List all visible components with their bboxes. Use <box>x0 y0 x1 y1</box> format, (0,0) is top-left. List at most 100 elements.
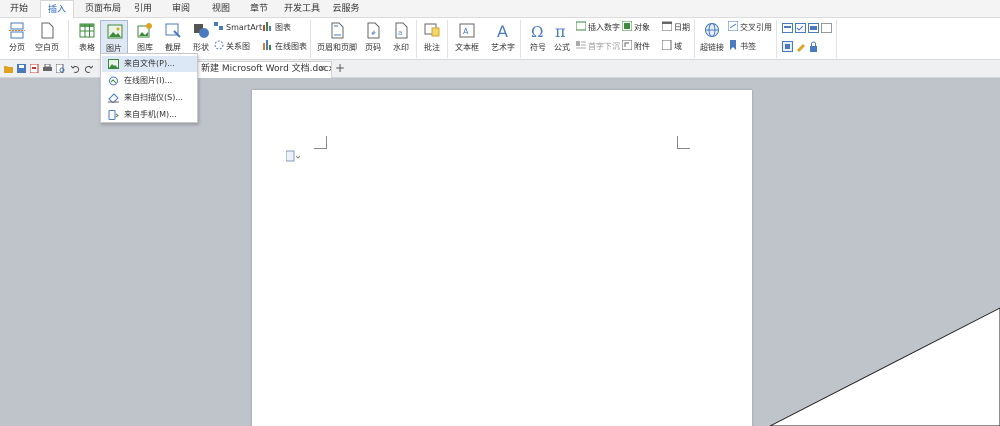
document-workspace <box>0 78 1000 426</box>
ribbon-separator <box>310 20 311 58</box>
online-chart-button[interactable]: 在线图表 <box>263 40 307 54</box>
open-folder-icon[interactable] <box>4 64 13 73</box>
cross-ref-button[interactable]: 交叉引用 <box>728 21 772 35</box>
picture-dropdown-menu: 来自文件(P)... 在线图片(I)... 来自扫描仪(S)... 来自手机(M… <box>100 53 198 123</box>
properties-icon[interactable] <box>795 41 806 52</box>
bookmark-button[interactable]: 书签 <box>728 40 756 54</box>
object-icon <box>622 21 632 31</box>
object-label: 对象 <box>634 23 650 32</box>
svg-text:#: # <box>371 30 376 37</box>
number-icon <box>576 21 586 31</box>
tab-page-layout[interactable]: 页面布局 <box>80 0 126 18</box>
ribbon-separator <box>836 20 837 58</box>
smartart-button[interactable]: SmartArt <box>214 21 262 35</box>
redo-icon[interactable] <box>84 64 93 73</box>
globe-link-icon <box>705 23 719 37</box>
date-button[interactable]: 日期 <box>662 21 690 35</box>
hyperlink-button[interactable]: 超链接 <box>695 20 729 60</box>
tab-developer[interactable]: 开发工具 <box>282 0 322 18</box>
field-button[interactable]: 域 <box>662 40 682 54</box>
insert-number-label: 插入数字 <box>588 23 620 32</box>
insert-number-button[interactable]: 插入数字 <box>576 21 620 35</box>
menu-item-from-file[interactable]: 来自文件(P)... <box>102 56 197 72</box>
comment-button[interactable]: 批注 <box>415 20 449 60</box>
menu-item-from-phone[interactable]: 来自手机(M)... <box>102 107 197 123</box>
header-footer-button[interactable]: 页眉和页脚 <box>317 20 357 60</box>
page-number-icon: # <box>367 22 380 39</box>
table-button[interactable]: 表格 <box>70 20 104 60</box>
svg-text:A: A <box>497 22 508 39</box>
scanner-icon <box>108 93 119 103</box>
wordart-icon: A <box>497 22 508 39</box>
attachment-button[interactable]: 附件 <box>622 40 650 54</box>
tab-review[interactable]: 审阅 <box>166 0 196 18</box>
textbox-button[interactable]: A 文本框 <box>450 20 484 60</box>
smartart-icon <box>214 22 223 30</box>
smartart-label: SmartArt <box>226 23 263 32</box>
relationship-button[interactable]: 关系图 <box>214 40 250 54</box>
formula-button[interactable]: π 公式 <box>545 20 579 60</box>
tab-cloud[interactable]: 云服务 <box>328 0 364 18</box>
text-field-icon[interactable] <box>821 23 832 33</box>
ribbon-separator <box>776 20 777 58</box>
watermark-button[interactable]: a 水印 <box>384 20 418 60</box>
form-field-icon[interactable] <box>782 23 793 33</box>
document-tab-title: 新建 Microsoft Word 文档.docx <box>201 64 332 74</box>
menu-bar: 开始 插入 页面布局 引用 审阅 视图 章节 开发工具 云服务 <box>0 0 1000 18</box>
print-preview-icon[interactable] <box>56 64 65 73</box>
document-page[interactable] <box>252 90 752 426</box>
new-tab-button[interactable]: + <box>333 61 347 77</box>
checkbox-field-icon[interactable] <box>795 23 806 33</box>
date-label: 日期 <box>674 23 690 32</box>
close-tab-icon[interactable]: × <box>318 62 326 77</box>
tab-references[interactable]: 引用 <box>128 0 158 18</box>
undo-icon[interactable] <box>71 64 80 73</box>
object-button[interactable]: 对象 <box>622 21 650 35</box>
page-break-button[interactable]: 分页 <box>0 20 34 60</box>
svg-text:Ω: Ω <box>531 23 543 39</box>
relationship-icon <box>214 40 224 50</box>
menu-item-label: 来自手机(M)... <box>124 110 177 119</box>
drop-cap-label: 首字下沉 <box>588 42 620 51</box>
svg-text:A: A <box>463 27 469 36</box>
menu-item-label: 在线图片(I)... <box>124 76 173 85</box>
export-pdf-icon[interactable] <box>30 64 39 73</box>
tab-view[interactable]: 视图 <box>206 0 236 18</box>
image-file-icon <box>108 59 119 69</box>
menu-item-label: 来自文件(P)... <box>124 59 175 68</box>
menu-item-from-scanner[interactable]: 来自扫描仪(S)... <box>102 90 197 106</box>
print-icon[interactable] <box>43 64 52 73</box>
field-icon <box>662 40 672 50</box>
dropdown-field-icon[interactable] <box>808 23 819 33</box>
table-icon <box>79 23 95 38</box>
tab-insert[interactable]: 插入 <box>40 0 74 18</box>
shapes-icon <box>194 24 209 38</box>
attachment-label: 附件 <box>634 42 650 51</box>
wordart-button[interactable]: A 艺术字 <box>486 20 520 60</box>
pi-icon: π <box>555 22 566 39</box>
menu-item-online-picture[interactable]: 在线图片(I)... <box>102 73 197 89</box>
tab-home[interactable]: 开始 <box>2 0 36 18</box>
svg-text:a: a <box>398 29 402 37</box>
diagonal-overlay-shape <box>770 307 1000 426</box>
chart-label: 图表 <box>275 23 291 32</box>
gallery-icon <box>137 23 152 38</box>
document-tab[interactable]: 新建 Microsoft Word 文档.docx × <box>194 61 332 78</box>
save-icon[interactable] <box>17 64 26 73</box>
chart-button[interactable]: 图表 <box>263 21 291 35</box>
cross-ref-label: 交叉引用 <box>740 23 772 32</box>
design-mode-icon[interactable] <box>782 41 793 52</box>
drop-cap-button[interactable]: 首字下沉 <box>576 40 620 54</box>
chart-icon <box>263 22 271 31</box>
online-image-icon <box>109 76 118 86</box>
field-label: 域 <box>674 42 682 51</box>
lock-icon[interactable] <box>808 41 819 52</box>
watermark-icon: a <box>395 22 408 39</box>
margin-corner-top-left <box>314 136 327 149</box>
paste-options-icon[interactable] <box>286 150 300 162</box>
screenshot-icon <box>165 23 181 38</box>
page-break-icon <box>9 22 25 39</box>
omega-icon: Ω <box>531 23 543 39</box>
blank-page-button[interactable]: 空白页 <box>30 20 64 60</box>
tab-chapter[interactable]: 章节 <box>244 0 274 18</box>
